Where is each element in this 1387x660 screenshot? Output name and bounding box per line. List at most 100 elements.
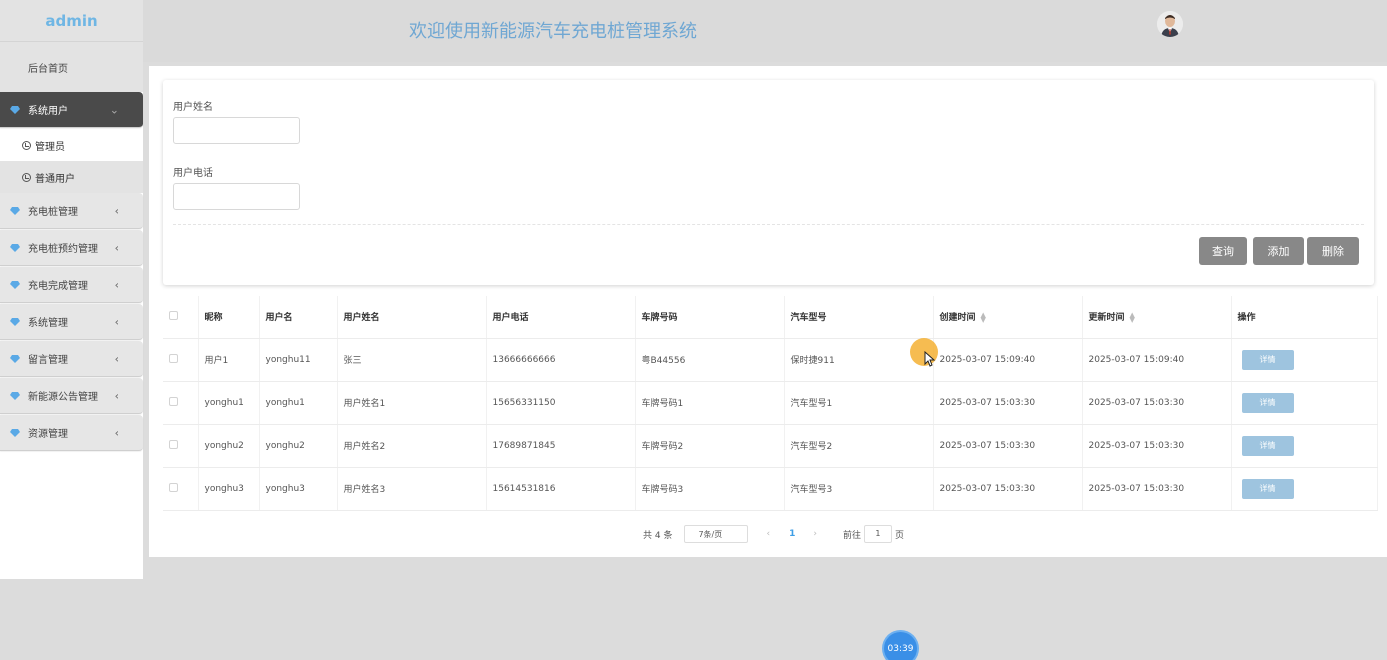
sort-icon[interactable]: ▲ ▼ bbox=[981, 311, 986, 323]
column-header-updated[interactable]: 更新时间 ▲ ▼ bbox=[1082, 296, 1232, 339]
chevron-left-icon: ‹ bbox=[114, 241, 119, 254]
row-checkbox[interactable] bbox=[169, 353, 178, 363]
clock-icon bbox=[22, 172, 31, 182]
column-header-label: 创建时间 bbox=[939, 313, 976, 324]
sidebar-subitem-normal-users[interactable]: 普通用户 bbox=[0, 161, 143, 193]
sidebar-item-label: 充电桩预约管理 bbox=[28, 244, 98, 255]
sidebar-item-charging-piles[interactable]: 充电桩管理 ‹ bbox=[0, 193, 143, 229]
add-button[interactable]: 添加 bbox=[1253, 237, 1304, 265]
sidebar-item-home[interactable]: 后台首页 bbox=[0, 42, 143, 92]
mouse-pointer-icon bbox=[924, 351, 936, 367]
top-header: 欢迎使用新能源汽车充电桩管理系统 bbox=[143, 0, 1387, 62]
column-header: 车牌号码 bbox=[635, 296, 785, 339]
detail-button[interactable]: 详情 bbox=[1241, 435, 1294, 456]
cell-username: yonghu3 bbox=[259, 467, 338, 511]
cell-created: 2025-03-07 15:03:30 bbox=[933, 424, 1083, 468]
gem-icon bbox=[10, 105, 20, 114]
gem-icon bbox=[10, 317, 20, 326]
sidebar-item-system-management[interactable]: 系统管理 ‹ bbox=[0, 304, 143, 340]
cell-nickname: yonghu2 bbox=[198, 424, 260, 468]
prev-page-icon[interactable]: ‹ bbox=[766, 529, 770, 539]
sidebar-item-label: 充电桩管理 bbox=[28, 207, 78, 218]
row-checkbox[interactable] bbox=[169, 396, 178, 406]
name-label: 用户姓名 bbox=[173, 102, 213, 113]
cell-updated: 2025-03-07 15:03:30 bbox=[1082, 381, 1232, 425]
goto-label: 前往 bbox=[842, 530, 861, 541]
cell-username: yonghu2 bbox=[259, 424, 338, 468]
sidebar-item-system-users[interactable]: 系统用户 ⌄ bbox=[0, 92, 143, 128]
cell-name: 用户姓名1 bbox=[337, 381, 487, 425]
detail-button[interactable]: 详情 bbox=[1241, 349, 1294, 370]
recording-timer[interactable]: 03:39 bbox=[884, 632, 917, 660]
cell-created: 2025-03-07 15:03:30 bbox=[933, 381, 1083, 425]
clock-icon bbox=[22, 140, 31, 150]
cell-plate: 车牌号码3 bbox=[635, 467, 785, 511]
detail-button[interactable]: 详情 bbox=[1241, 478, 1294, 499]
row-select-cell bbox=[163, 338, 199, 382]
table-row: 用户1 yonghu11 张三 13666666666 粤B44556 保时捷9… bbox=[163, 338, 1378, 382]
sidebar-item-charging-complete[interactable]: 充电完成管理 ‹ bbox=[0, 267, 143, 303]
column-header-created[interactable]: 创建时间 ▲ ▼ bbox=[933, 296, 1083, 339]
users-table: 昵称 用户名 用户姓名 用户电话 车牌号码 汽车型号 创建时间 ▲ ▼ 更新时间 ▲ ▼… bbox=[163, 296, 1378, 511]
cell-actions: 详情 bbox=[1231, 381, 1378, 425]
row-select-cell bbox=[163, 424, 199, 468]
page-size-select[interactable]: 7条/页 bbox=[684, 525, 749, 543]
row-select-cell bbox=[163, 467, 199, 511]
phone-input[interactable] bbox=[173, 183, 300, 210]
sidebar-item-reservations[interactable]: 充电桩预约管理 ‹ bbox=[0, 230, 143, 266]
column-header-label: 更新时间 bbox=[1088, 313, 1125, 324]
cell-actions: 详情 bbox=[1231, 338, 1378, 382]
user-avatar-icon[interactable] bbox=[1157, 11, 1183, 37]
cell-plate: 车牌号码2 bbox=[635, 424, 785, 468]
cell-model: 汽车型号2 bbox=[784, 424, 934, 468]
column-header: 用户名 bbox=[259, 296, 338, 339]
row-checkbox[interactable] bbox=[169, 439, 178, 449]
column-header: 昵称 bbox=[198, 296, 260, 339]
next-page-icon[interactable]: › bbox=[813, 529, 817, 539]
phone-label: 用户电话 bbox=[173, 168, 213, 179]
query-button[interactable]: 查询 bbox=[1199, 237, 1247, 265]
sidebar-menu: 系统用户 ⌄ 管理员 普通用户 充电桩管理 ‹ 充电桩预约管理 ‹ 充电完成管理… bbox=[0, 92, 143, 579]
gem-icon bbox=[10, 206, 20, 215]
table-row: yonghu2 yonghu2 用户姓名2 17689871845 车牌号码2 … bbox=[163, 424, 1378, 468]
sidebar-item-resources[interactable]: 资源管理 ‹ bbox=[0, 415, 143, 451]
sort-icon[interactable]: ▲ ▼ bbox=[1130, 311, 1135, 323]
cell-username: yonghu11 bbox=[259, 338, 338, 382]
pagination-total: 共 4 条 bbox=[643, 530, 673, 541]
chevron-down-icon: ⌄ bbox=[109, 103, 119, 116]
cell-name: 用户姓名2 bbox=[337, 424, 487, 468]
cell-plate: 车牌号码1 bbox=[635, 381, 785, 425]
sidebar-item-label: 系统管理 bbox=[28, 318, 68, 329]
select-all-checkbox[interactable] bbox=[169, 310, 178, 320]
sidebar-subitem-label: 普通用户 bbox=[35, 173, 75, 185]
gem-icon bbox=[10, 280, 20, 289]
sidebar-item-label: 充电完成管理 bbox=[28, 281, 88, 292]
cell-plate: 粤B44556 bbox=[635, 338, 785, 382]
name-input[interactable] bbox=[173, 117, 300, 144]
sidebar-item-messages[interactable]: 留言管理 ‹ bbox=[0, 341, 143, 377]
table-row: yonghu1 yonghu1 用户姓名1 15656331150 车牌号码1 … bbox=[163, 381, 1378, 425]
gem-icon bbox=[10, 243, 20, 252]
sidebar-item-label: 新能源公告管理 bbox=[28, 392, 98, 403]
cell-updated: 2025-03-07 15:03:30 bbox=[1082, 467, 1232, 511]
sidebar-item-label: 留言管理 bbox=[28, 355, 68, 366]
cell-phone: 15656331150 bbox=[486, 381, 636, 425]
row-checkbox[interactable] bbox=[169, 482, 178, 492]
sidebar-item-label: 系统用户 bbox=[28, 106, 68, 117]
sidebar-subitem-admins[interactable]: 管理员 bbox=[0, 129, 143, 161]
page-number-current[interactable]: 1 bbox=[789, 529, 795, 539]
page-unit-label: 页 bbox=[894, 530, 904, 541]
chevron-left-icon: ‹ bbox=[114, 278, 119, 291]
detail-button[interactable]: 详情 bbox=[1241, 392, 1294, 413]
cell-updated: 2025-03-07 15:09:40 bbox=[1082, 338, 1232, 382]
row-select-cell bbox=[163, 381, 199, 425]
table-header-row: 昵称 用户名 用户姓名 用户电话 车牌号码 汽车型号 创建时间 ▲ ▼ 更新时间 ▲ ▼… bbox=[163, 296, 1378, 339]
page-title: 欢迎使用新能源汽车充电桩管理系统 bbox=[409, 21, 697, 42]
cell-phone: 15614531816 bbox=[486, 467, 636, 511]
cell-model: 汽车型号3 bbox=[784, 467, 934, 511]
sidebar-item-announcements[interactable]: 新能源公告管理 ‹ bbox=[0, 378, 143, 414]
delete-button[interactable]: 删除 bbox=[1307, 237, 1359, 265]
cell-nickname: yonghu1 bbox=[198, 381, 260, 425]
goto-page-input[interactable]: 1 bbox=[863, 525, 892, 543]
chevron-left-icon: ‹ bbox=[114, 352, 119, 365]
